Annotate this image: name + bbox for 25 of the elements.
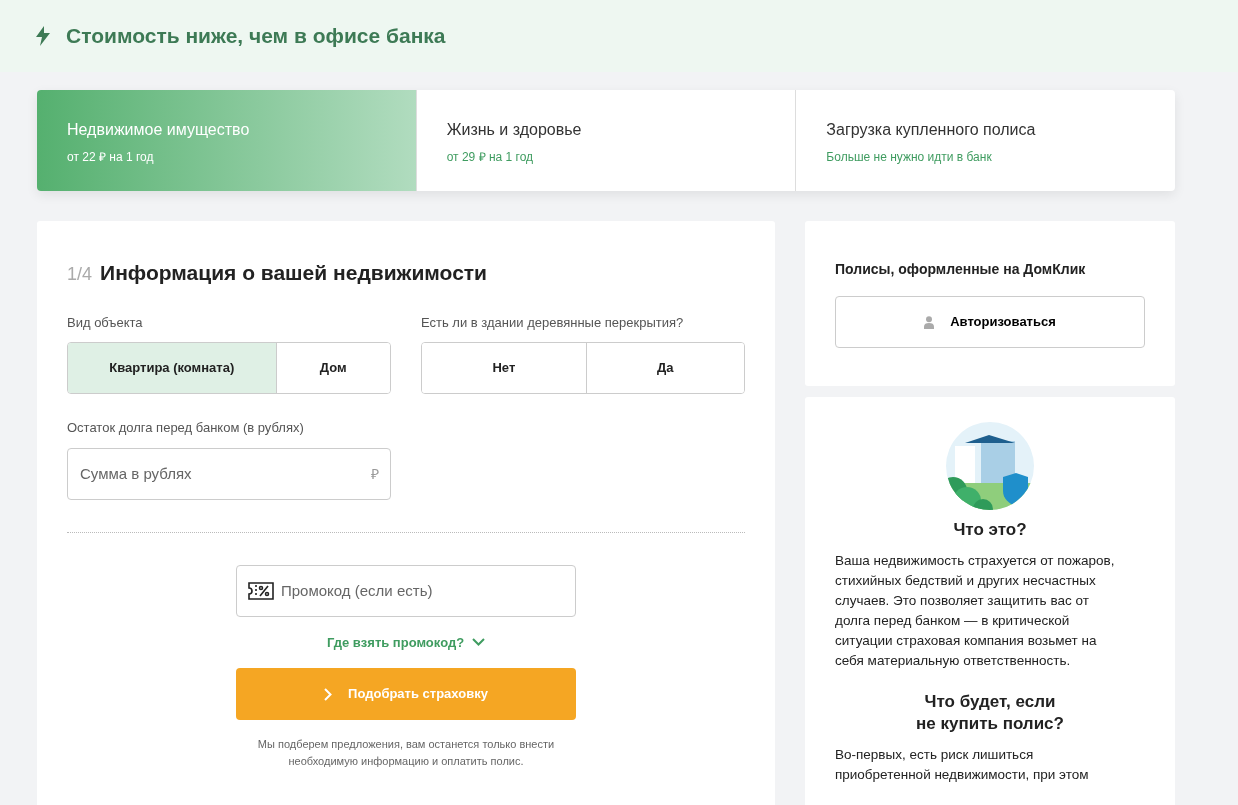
lightning-icon [36, 26, 50, 46]
currency-sign: ₽ [371, 464, 379, 483]
policies-title: Полисы, оформленные на ДомКлик [835, 260, 1087, 279]
info-paragraph: Ваша недвижимость страхуется от пожаров, стихийных бедствий и других несчастных случаев. Это позволяет защитить вас от долга перед банком — в критической ситуации страховая компания возьмет на себя материальную ответственность. [835, 552, 1116, 671]
option-button[interactable]: Квартира (комната) [68, 343, 276, 393]
hint-text: Мы подберем предложения, вам останется только внести необходимую информацию и оплатить полис. [256, 737, 556, 769]
banner-text: Стоимость ниже, чем в офисе банка [66, 23, 446, 50]
category-tab[interactable]: Жизнь и здоровье от 29 ₽ на 1 год [415, 90, 796, 191]
chevron-right-icon [324, 687, 333, 701]
coupon-icon [248, 581, 274, 600]
info-heading: Что будет, если не купить полис? [915, 691, 1065, 736]
field-label: Вид объекта [67, 313, 144, 332]
option-button[interactable]: Дом [275, 343, 390, 393]
form-title: Информация о вашей недвижимости [100, 260, 488, 286]
user-icon [924, 315, 935, 329]
info-heading: Что это? [952, 519, 1028, 541]
chevron-down-icon [472, 638, 486, 647]
step-counter: 1/4 [67, 263, 93, 286]
category-tab[interactable]: Загрузка купленного полиса Больше не нужно идти в банк [795, 90, 1175, 191]
field-label: Остаток долга перед банком (в рублях) [67, 419, 305, 437]
login-button[interactable]: Авторизоваться [835, 296, 1145, 348]
option-button[interactable]: Да [585, 343, 744, 393]
info-paragraph: Во-первых, есть риск лишиться приобретенной недвижимости, при этом [835, 746, 1090, 785]
field-label: Есть ли в здании деревянные перекрытия? [421, 313, 685, 332]
promo-code-field[interactable]: Промокод (если есть) [236, 564, 576, 617]
